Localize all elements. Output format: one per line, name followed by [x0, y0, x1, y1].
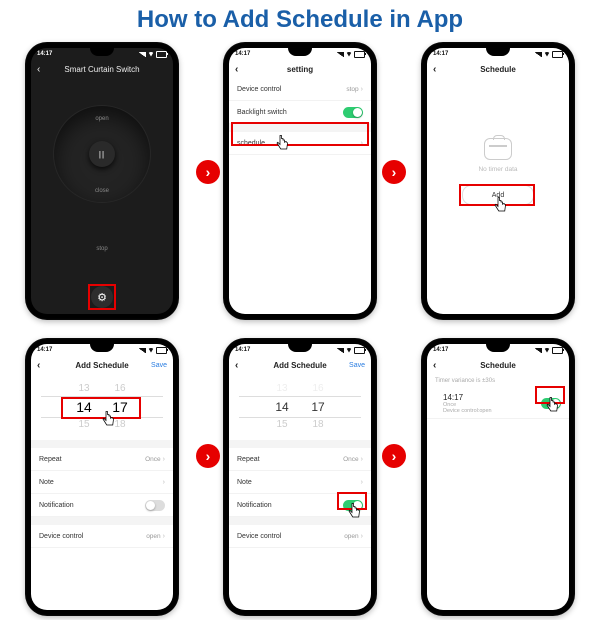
phone-step-5: 14:17 ‹ Add Schedule Save 13 14 15 16 17… — [223, 338, 377, 616]
screen-header: ‹ Add Schedule Save — [229, 356, 371, 374]
empty-icon — [484, 138, 512, 160]
header-title: Add Schedule — [75, 361, 128, 370]
phone-step-4: 14:17 ‹ Add Schedule Save 13 14 15 16 17… — [25, 338, 179, 616]
header-title: Schedule — [480, 65, 516, 74]
header-title: Smart Curtain Switch — [64, 65, 139, 74]
row-device-control[interactable]: Device controlopen› — [31, 525, 173, 548]
phone-grid: 14:17 ‹ Smart Curtain Switch open || clo… — [0, 38, 600, 620]
back-icon[interactable]: ‹ — [235, 64, 238, 75]
toggle-notification[interactable] — [145, 500, 165, 511]
screen-header: ‹ Smart Curtain Switch — [31, 60, 173, 78]
pointer-icon — [493, 196, 509, 214]
highlight-box — [88, 284, 116, 310]
pointer-icon — [275, 134, 291, 152]
phone-step-2: 14:17 ‹ setting Device control stop› Bac… — [223, 42, 377, 320]
screen-header: ‹ Schedule — [427, 60, 569, 78]
pause-button[interactable]: || — [89, 141, 115, 167]
save-button[interactable]: Save — [349, 362, 365, 369]
screen-header: ‹ Add Schedule Save — [31, 356, 173, 374]
back-icon[interactable]: ‹ — [433, 64, 436, 75]
row-notification[interactable]: Notification — [31, 494, 173, 517]
header-title: setting — [287, 65, 313, 74]
back-icon[interactable]: ‹ — [37, 360, 40, 371]
header-title: Add Schedule — [273, 361, 326, 370]
phone-step-1: 14:17 ‹ Smart Curtain Switch open || clo… — [25, 42, 179, 320]
row-note[interactable]: Note› — [229, 471, 371, 494]
header-title: Schedule — [480, 361, 516, 370]
phone-step-3: 14:17 ‹ Schedule No timer data Add — [421, 42, 575, 320]
back-icon[interactable]: ‹ — [37, 64, 40, 75]
phone-step-6: 14:17 ‹ Schedule Timer variance is ±30s … — [421, 338, 575, 616]
back-icon[interactable]: ‹ — [433, 360, 436, 371]
row-device-control[interactable]: Device controlopen› — [229, 525, 371, 548]
arrow-icon: › — [382, 444, 406, 468]
arrow-icon: › — [196, 160, 220, 184]
pointer-icon — [347, 502, 363, 520]
highlight-box — [231, 122, 369, 146]
arrow-icon: › — [196, 444, 220, 468]
row-device-control[interactable]: Device control stop› — [229, 78, 371, 101]
page-title: How to Add Schedule in App — [0, 0, 600, 38]
arrow-icon: › — [382, 160, 406, 184]
pointer-icon — [101, 410, 117, 428]
toggle-backlight[interactable] — [343, 107, 363, 118]
curtain-dial[interactable]: open || close — [54, 106, 150, 202]
row-note[interactable]: Note› — [31, 471, 173, 494]
row-repeat[interactable]: RepeatOnce› — [229, 448, 371, 471]
save-button[interactable]: Save — [151, 362, 167, 369]
screen-header: ‹ Schedule — [427, 356, 569, 374]
screen-header: ‹ setting — [229, 60, 371, 78]
pointer-icon — [545, 396, 561, 414]
time-picker[interactable]: 13 14 15 16 17 18 — [229, 374, 371, 440]
back-icon[interactable]: ‹ — [235, 360, 238, 371]
row-repeat[interactable]: RepeatOnce› — [31, 448, 173, 471]
row-backlight[interactable]: Backlight switch — [229, 101, 371, 124]
